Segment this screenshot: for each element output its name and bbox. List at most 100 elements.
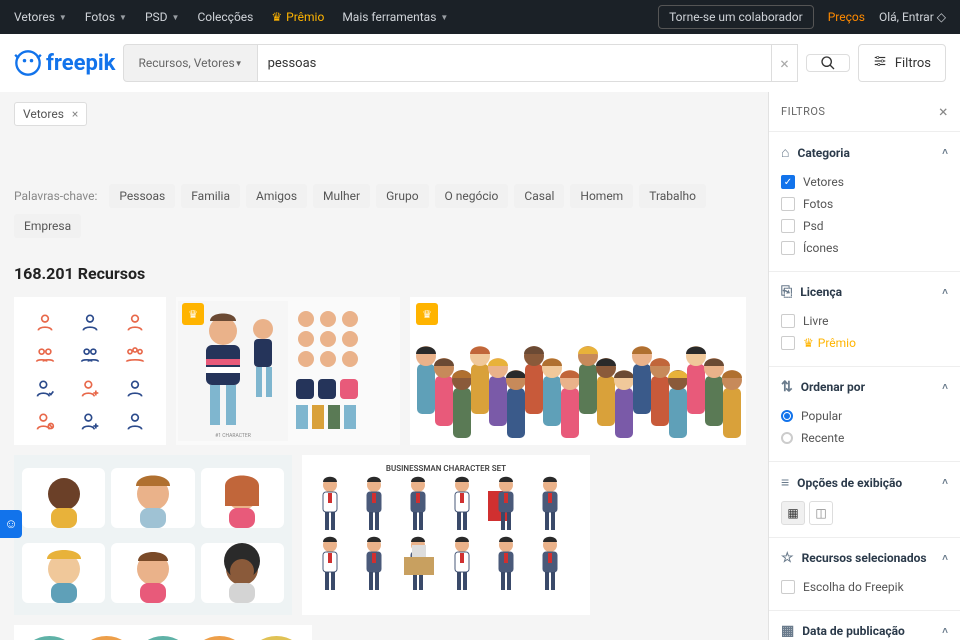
grid-view-button[interactable]: ▦ [781, 501, 805, 525]
tag-icon: ⌂ [781, 144, 789, 161]
filters-toggle-button[interactable]: Filtros [858, 44, 946, 82]
person-add-icon [69, 378, 110, 398]
keyword-chip[interactable]: Homem [570, 184, 633, 208]
people-icon [24, 345, 65, 365]
keyword-chip[interactable]: Empresa [14, 214, 81, 238]
section-title: Licença [800, 285, 842, 299]
close-panel-button[interactable]: × [939, 102, 948, 121]
chevron-down-icon: ▼ [59, 13, 67, 22]
person-icon [115, 411, 156, 431]
chevron-down-icon: ▼ [119, 13, 127, 22]
keyword-chip[interactable]: Grupo [376, 184, 428, 208]
nav-label: Fotos [85, 10, 115, 24]
keyword-chip[interactable]: Amigos [246, 184, 307, 208]
premium-badge-icon: ♛ [182, 303, 204, 325]
svg-text:BUSINESSMAN CHARACTER SET: BUSINESSMAN CHARACTER SET [386, 464, 506, 473]
view-toggle: ▦ ◫ [781, 501, 948, 525]
avatar-circle [251, 636, 302, 640]
top-nav: Vetores ▼ Fotos ▼ PSD▼ Colecções ♛Prêmio M… [0, 0, 960, 34]
nav-vetores[interactable]: Vetores ▼ [14, 10, 67, 24]
section-title: Data de publicação [802, 624, 905, 638]
result-card[interactable] [14, 297, 166, 445]
person-remove-icon [24, 411, 65, 431]
radio-icon [781, 432, 793, 444]
checkbox-livre[interactable]: Livre [781, 310, 948, 332]
chip-label: Vetores [23, 107, 64, 121]
search-group: Recursos, Vetores▼ × [123, 44, 797, 82]
feedback-button[interactable]: ☺ [0, 510, 22, 538]
search-row: freepik Recursos, Vetores▼ × Filtros [0, 34, 960, 92]
keyword-chip[interactable]: Casal [514, 184, 564, 208]
active-filter-chip[interactable]: Vetores × [14, 102, 87, 126]
chevron-up-icon: ˄ [942, 477, 948, 488]
result-card[interactable]: BUSINESSMAN CHARACTER SET [302, 455, 590, 615]
search-button[interactable] [806, 54, 850, 72]
user-icon: ☺ [4, 516, 17, 532]
search-category-select[interactable]: Recursos, Vetores▼ [123, 44, 257, 82]
avatar-circle [81, 636, 132, 640]
large-view-button[interactable]: ◫ [809, 501, 833, 525]
checkbox-escolha[interactable]: Escolha do Freepik [781, 576, 948, 598]
chevron-down-icon: ▼ [440, 13, 448, 22]
keyword-chip[interactable]: Trabalho [639, 184, 706, 208]
premium-badge-icon: ♛ [416, 303, 438, 325]
nav-precos[interactable]: Preços [828, 10, 865, 24]
svg-text:#1 CHARACTER: #1 CHARACTER [215, 433, 251, 439]
avatar-illustration [201, 468, 284, 528]
nav-label: Colecções [197, 10, 253, 24]
checkbox-icon [781, 197, 795, 211]
calendar-icon: ▦ [781, 623, 794, 639]
sliders-icon [873, 54, 887, 72]
result-card[interactable] [14, 455, 292, 615]
nav-fotos[interactable]: Fotos ▼ [85, 10, 127, 24]
checkbox-icon [781, 580, 795, 594]
section-header[interactable]: ☆Recursos selecionados˄ [781, 550, 948, 566]
filters-panel-header: FILTROS × [769, 92, 960, 132]
checkbox-icones[interactable]: Ícones [781, 237, 948, 259]
become-contributor-button[interactable]: Torne-se um colaborador [658, 5, 814, 29]
result-card[interactable]: ♛ [410, 297, 746, 445]
avatar-illustration [111, 543, 194, 603]
radio-icon [781, 410, 793, 422]
checkbox-vetores[interactable]: ✓ Vetores [781, 171, 948, 193]
keyword-chip[interactable]: Pessoas [109, 184, 175, 208]
section-header[interactable]: ≡Opções de exibição˄ [781, 474, 948, 491]
section-title: Recursos selecionados [802, 551, 927, 565]
avatar-circle [138, 636, 189, 640]
radio-recente[interactable]: Recente [781, 427, 948, 449]
checkbox-psd[interactable]: Psd [781, 215, 948, 237]
result-card[interactable] [14, 625, 312, 640]
result-card[interactable]: ♛ #1 CHARACTER [176, 297, 400, 445]
nav-coleccoes[interactable]: Colecções [197, 10, 253, 24]
nav-label: Vetores [14, 10, 55, 24]
section-header[interactable]: ⎘Licença˄ [781, 284, 948, 300]
keyword-chip[interactable]: Familia [181, 184, 240, 208]
section-header[interactable]: ⌂Categoria˄ [781, 144, 948, 161]
people-icon [69, 345, 110, 365]
remove-filter-icon[interactable]: × [72, 107, 78, 121]
checkbox-fotos[interactable]: Fotos [781, 193, 948, 215]
avatar-illustration [22, 543, 105, 603]
filter-section-opcoes: ≡Opções de exibição˄ ▦ ◫ [769, 462, 960, 538]
keyword-chip[interactable]: Mulher [313, 184, 370, 208]
opt-label: Recente [801, 431, 844, 445]
section-header[interactable]: ▦Data de publicação˄ [781, 623, 948, 639]
login-link[interactable]: Olá, Entrar ◇ [879, 10, 946, 24]
freepik-logo[interactable]: freepik [14, 49, 115, 77]
star-icon: ☆ [781, 550, 794, 566]
nav-psd[interactable]: PSD▼ [145, 10, 180, 24]
keywords-label: Palavras-chave: [14, 189, 97, 203]
keyword-chip[interactable]: O negócio [435, 184, 509, 208]
checkbox-premio[interactable]: ♛Prêmio [781, 332, 948, 354]
checkbox-icon [781, 219, 795, 233]
clear-search-button[interactable]: × [772, 44, 798, 82]
nav-premio[interactable]: ♛Prêmio [271, 10, 324, 24]
radio-popular[interactable]: Popular [781, 405, 948, 427]
section-header[interactable]: ⇅Ordenar por˄ [781, 379, 948, 395]
results-grid: ♛ #1 CHARACTER [14, 297, 754, 640]
checkbox-icon: ✓ [781, 175, 795, 189]
search-input[interactable] [258, 44, 773, 82]
opt-label: Vetores [803, 175, 844, 189]
results-count: 168.201 Recursos [14, 264, 754, 283]
nav-mais[interactable]: Mais ferramentas▼ [342, 10, 448, 24]
